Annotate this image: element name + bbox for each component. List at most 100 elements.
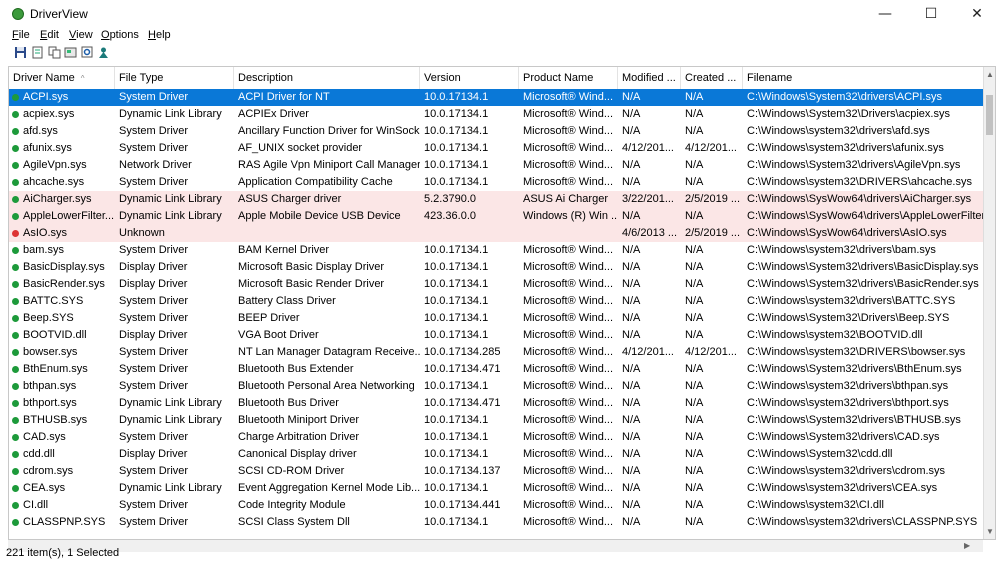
- cell-desc: BEEP Driver: [238, 312, 300, 324]
- table-row[interactable]: afd.sys System Driver Ancillary Function D…: [9, 123, 984, 140]
- menu-options-accel: O: [101, 29, 110, 41]
- cell-product: Microsoft® Wind...: [523, 499, 614, 511]
- html-report-icon[interactable]: [31, 46, 44, 59]
- cell-name: BthEnum.sys: [23, 363, 88, 375]
- menu-options[interactable]: Options: [101, 29, 139, 41]
- column-created[interactable]: Created ...: [681, 67, 743, 89]
- status-bar: 221 item(s), 1 Selected: [0, 542, 1000, 562]
- column-filename[interactable]: Filename: [743, 67, 984, 89]
- cell-cre: N/A: [685, 380, 704, 392]
- table-row[interactable]: AiCharger.sys Dynamic Link Library ASUS Ch…: [9, 191, 984, 208]
- cell-product: Microsoft® Wind...: [523, 176, 614, 188]
- column-file-type[interactable]: File Type: [115, 67, 234, 89]
- cell-file: C:\Windows\system32\drivers\CLASSPNP.SYS: [747, 516, 978, 528]
- table-row[interactable]: ahcache.sys System Driver Application Comp…: [9, 174, 984, 191]
- cell-desc: ASUS Charger driver: [238, 193, 342, 205]
- about-icon[interactable]: [97, 46, 110, 59]
- scroll-down-icon[interactable]: ▼: [986, 527, 994, 536]
- cell-mod: N/A: [622, 482, 641, 494]
- cell-cre: N/A: [685, 448, 704, 460]
- menu-edit[interactable]: Edit: [40, 29, 59, 41]
- table-row[interactable]: BOOTVID.dll Display Driver VGA Boot Driver…: [9, 327, 984, 344]
- table-row[interactable]: afunix.sys System Driver AF_UNIX socket pr…: [9, 140, 984, 157]
- column-modified[interactable]: Modified ...: [618, 67, 681, 89]
- title-bar: DriverView — ☐ ✕: [0, 0, 1000, 28]
- cell-name: CEA.sys: [23, 482, 66, 494]
- table-row[interactable]: AsIO.sys Unknown 4/6/2013 ... 2/5/2019 ... C…: [9, 225, 984, 242]
- cell-type: System Driver: [119, 244, 189, 256]
- cell-mod: N/A: [622, 397, 641, 409]
- table-row[interactable]: bowser.sys System Driver NT Lan Manager Da…: [9, 344, 984, 361]
- table-row[interactable]: Beep.SYS System Driver BEEP Driver 10.0.171…: [9, 310, 984, 327]
- minimize-button[interactable]: —: [862, 0, 908, 28]
- column-description[interactable]: Description: [234, 67, 420, 89]
- cell-cre: 4/12/201...: [685, 142, 737, 154]
- table-row[interactable]: CI.dll System Driver Code Integrity Module…: [9, 497, 984, 514]
- table-row[interactable]: AgileVpn.sys Network Driver RAS Agile Vpn …: [9, 157, 984, 174]
- vertical-scrollbar[interactable]: ▲ ▼: [983, 67, 995, 539]
- cell-file: C:\Windows\System32\drivers\AgileVpn.sys: [747, 159, 961, 171]
- cell-ver: 10.0.17134.1: [424, 142, 489, 154]
- find-icon[interactable]: [81, 46, 94, 59]
- cell-name: bam.sys: [23, 244, 64, 256]
- cell-name: bthport.sys: [23, 397, 77, 409]
- table-row[interactable]: acpiex.sys Dynamic Link Library ACPIEx Dri…: [9, 106, 984, 123]
- table-row[interactable]: BasicDisplay.sys Display Driver Microsoft …: [9, 259, 984, 276]
- properties-icon[interactable]: [64, 46, 77, 59]
- copy-icon[interactable]: [48, 46, 61, 59]
- save-icon[interactable]: [14, 46, 27, 59]
- cell-product: Microsoft® Wind...: [523, 346, 614, 358]
- table-row[interactable]: BATTC.SYS System Driver Battery Class Driv…: [9, 293, 984, 310]
- table-row[interactable]: ACPI.sys System Driver ACPI Driver for NT 1…: [9, 89, 984, 106]
- table-row[interactable]: cdd.dll Display Driver Canonical Display d…: [9, 446, 984, 463]
- maximize-button[interactable]: ☐: [908, 0, 954, 28]
- table-row[interactable]: CEA.sys Dynamic Link Library Event Aggrega…: [9, 480, 984, 497]
- cell-ver: 10.0.17134.1: [424, 125, 489, 137]
- driver-list[interactable]: Driver Name ^ File Type Description Versi…: [8, 66, 996, 540]
- cell-file: C:\Windows\system32\drivers\CEA.sys: [747, 482, 938, 494]
- menu-view[interactable]: View: [69, 29, 93, 41]
- menu-file[interactable]: File: [12, 29, 30, 41]
- column-driver-name[interactable]: Driver Name ^: [9, 67, 115, 89]
- column-product-name[interactable]: Product Name: [519, 67, 618, 89]
- cell-mod: N/A: [622, 448, 641, 460]
- column-version[interactable]: Version: [420, 67, 519, 89]
- cell-ver: 10.0.17134.1: [424, 448, 489, 460]
- cell-mod: N/A: [622, 244, 641, 256]
- cell-file: C:\Windows\System32\drivers\BthEnum.sys: [747, 363, 962, 375]
- cell-product: Microsoft® Wind...: [523, 295, 614, 307]
- menu-help[interactable]: Help: [148, 29, 171, 41]
- cell-ver: 10.0.17134.137: [424, 465, 501, 477]
- cell-desc: NT Lan Manager Datagram Receive...: [238, 346, 420, 358]
- table-row[interactable]: CAD.sys System Driver Charge Arbitration D…: [9, 429, 984, 446]
- cell-cre: N/A: [685, 91, 704, 103]
- table-row[interactable]: BthEnum.sys System Driver Bluetooth Bus Ex…: [9, 361, 984, 378]
- table-row[interactable]: BasicRender.sys Display Driver Microsoft B…: [9, 276, 984, 293]
- close-button[interactable]: ✕: [954, 0, 1000, 28]
- cell-file: C:\Windows\System32\drivers\CAD.sys: [747, 431, 940, 443]
- table-row[interactable]: bthport.sys Dynamic Link Library Bluetooth…: [9, 395, 984, 412]
- cell-name: AppleLowerFilter....: [23, 210, 115, 222]
- cell-type: System Driver: [119, 363, 189, 375]
- cell-ver: 10.0.17134.1: [424, 380, 489, 392]
- cell-cre: N/A: [685, 363, 704, 375]
- cell-mod: 4/12/201...: [622, 346, 674, 358]
- cell-product: Microsoft® Wind...: [523, 142, 614, 154]
- cell-name: AiCharger.sys: [23, 193, 92, 205]
- table-row[interactable]: BTHUSB.sys Dynamic Link Library Bluetooth …: [9, 412, 984, 429]
- cell-type: Dynamic Link Library: [119, 414, 222, 426]
- scrollbar-thumb[interactable]: [986, 95, 993, 135]
- cell-name: cdd.dll: [23, 448, 55, 460]
- cell-mod: N/A: [622, 295, 641, 307]
- table-row[interactable]: bam.sys System Driver BAM Kernel Driver 10.…: [9, 242, 984, 259]
- cell-name: CLASSPNP.SYS: [23, 516, 106, 528]
- table-row[interactable]: bthpan.sys System Driver Bluetooth Persona…: [9, 378, 984, 395]
- table-row[interactable]: cdrom.sys System Driver SCSI CD-ROM Driver…: [9, 463, 984, 480]
- table-row[interactable]: AppleLowerFilter.... Dynamic Link Library…: [9, 208, 984, 225]
- cell-desc: Event Aggregation Kernel Mode Lib...: [238, 482, 420, 494]
- window-title: DriverView: [30, 7, 88, 21]
- cell-cre: N/A: [685, 176, 704, 188]
- cell-ver: [420, 225, 519, 242]
- scroll-up-icon[interactable]: ▲: [986, 70, 994, 79]
- table-row[interactable]: CLASSPNP.SYS System Driver SCSI Class Syst…: [9, 514, 984, 531]
